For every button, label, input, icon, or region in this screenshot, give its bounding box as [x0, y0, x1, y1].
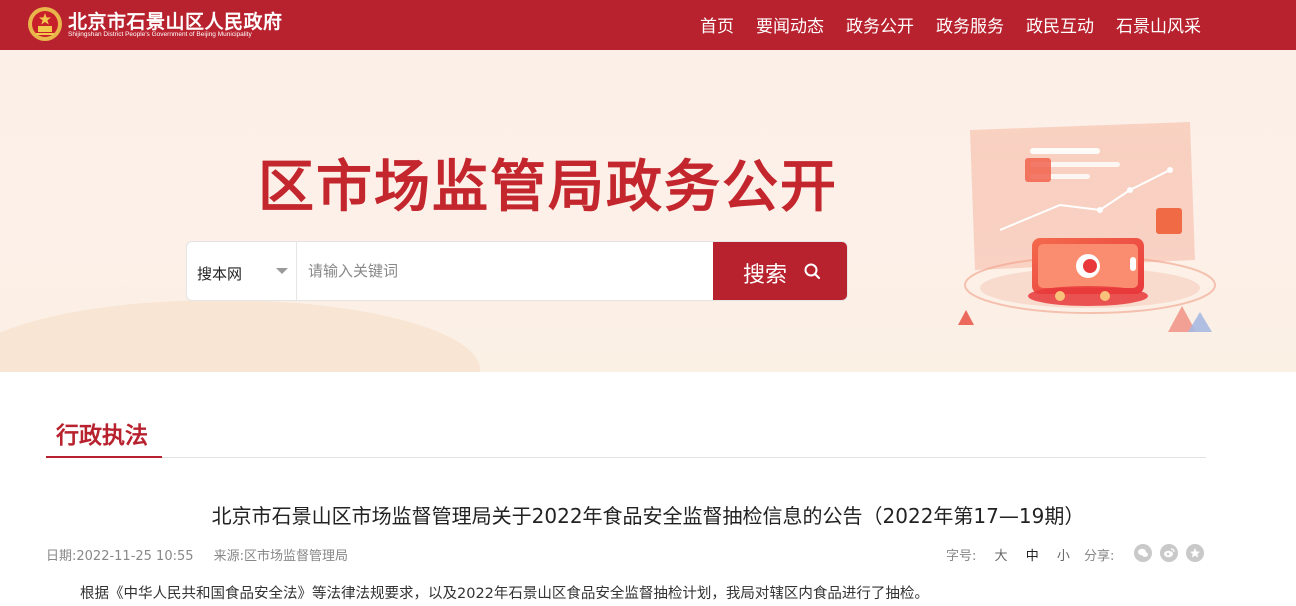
nav-item-scenery[interactable]: 石景山风采	[1116, 12, 1201, 37]
font-size-controls: 字号: 大 中 小	[946, 545, 1070, 564]
favorite-icon[interactable]	[1186, 544, 1204, 562]
article-body-paragraph: 根据《中华人民共和国食品安全法》等法律法规要求，以及2022年石景山区食品安全监…	[80, 586, 929, 602]
search-scope-label: 搜本网	[197, 265, 243, 283]
site-subtitle: Shijingshan District People's Government…	[68, 31, 252, 38]
search-input[interactable]	[298, 242, 714, 300]
article-meta: 日期:2022-11-25 10:55 来源:区市场监督管理局	[46, 545, 364, 564]
font-size-large-button[interactable]: 大	[995, 549, 1008, 564]
article-title: 北京市石景山区市场监督管理局关于2022年食品安全监督抽检信息的公告（2022年…	[211, 504, 1085, 528]
data-dashboard-illustration	[958, 122, 1216, 332]
banner-wave-decoration	[0, 300, 480, 372]
article-date: 日期:2022-11-25 10:55	[46, 549, 194, 564]
active-tab-indicator	[46, 456, 162, 458]
search-scope-select[interactable]: 搜本网	[187, 242, 297, 300]
search-button[interactable]: 搜索	[713, 242, 847, 300]
nav-item-home[interactable]: 首页	[700, 12, 734, 37]
banner: 区市场监管局政务公开 搜本网 搜索	[0, 50, 1296, 372]
font-size-medium-button[interactable]: 中	[1026, 549, 1039, 564]
nav-item-gov-affairs[interactable]: 政务公开	[846, 12, 914, 37]
font-size-small-button[interactable]: 小	[1057, 549, 1070, 564]
nav-item-news[interactable]: 要闻动态	[756, 12, 824, 37]
search-button-label: 搜索	[743, 263, 788, 288]
search-icon	[804, 263, 820, 279]
nav-item-gov-services[interactable]: 政务服务	[936, 12, 1004, 37]
article-source: 来源:区市场监督管理局	[213, 549, 349, 564]
top-header: 北京市石景山区人民政府 Shijingshan District People'…	[0, 0, 1296, 50]
tab-administrative-enforcement[interactable]: 行政执法	[56, 416, 148, 450]
share-label: 分享:	[1084, 549, 1115, 564]
site-name[interactable]: 北京市石景山区人民政府	[68, 7, 283, 34]
chevron-down-icon	[276, 268, 288, 274]
nav-item-interaction[interactable]: 政民互动	[1026, 12, 1094, 37]
national-emblem-icon	[28, 7, 62, 41]
weibo-icon[interactable]	[1160, 544, 1178, 562]
font-size-label: 字号:	[946, 549, 977, 564]
share-icons	[1134, 544, 1204, 562]
wechat-icon[interactable]	[1134, 544, 1152, 562]
main-nav: 首页 要闻动态 政务公开 政务服务 政民互动 石景山风采	[700, 12, 1223, 37]
search-box: 搜本网 搜索	[186, 241, 848, 301]
banner-title: 区市场监管局政务公开	[258, 155, 838, 220]
section-divider	[46, 457, 1206, 458]
